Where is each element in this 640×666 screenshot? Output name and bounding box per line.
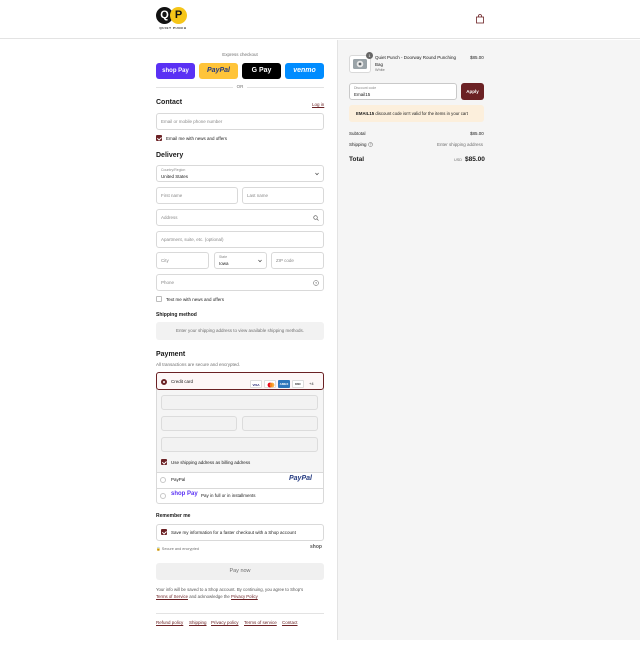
contact-heading: Contact <box>156 99 183 106</box>
product-variant: White <box>375 68 385 72</box>
discount-code-field[interactable]: Discount code Email15 <box>349 83 457 100</box>
google-pay-button[interactable]: G Pay <box>242 63 281 79</box>
terms-of-service-link[interactable]: Terms of Service <box>156 594 188 599</box>
chevron-down-icon <box>315 172 319 176</box>
email-field[interactable]: Email or mobile phone number <box>156 113 324 130</box>
save-info-label: Save my information for a faster checkou… <box>171 530 296 535</box>
country-select[interactable]: Country/Region United States <box>156 165 324 182</box>
express-checkout-title: Express checkout <box>222 52 258 57</box>
amex-icon: AMEX <box>278 380 290 388</box>
pay-now-button[interactable]: Pay now <box>156 563 324 580</box>
discount-error-message: EMAIL15 discount code isn't valid for th… <box>356 111 468 116</box>
search-icon <box>313 215 319 221</box>
apply-discount-button[interactable]: Apply <box>461 83 484 100</box>
text-news-checkbox[interactable] <box>156 296 162 302</box>
delivery-heading: Delivery <box>156 152 184 159</box>
email-news-label: Email me with news and offers <box>166 136 227 141</box>
divider <box>157 472 323 473</box>
quantity-badge: 1 <box>366 52 373 59</box>
header: Q P QUIET PUNCH <box>0 0 640 39</box>
footer-link-shipping[interactable]: Shipping <box>189 620 207 625</box>
phone-field[interactable]: Phone ? <box>156 274 324 291</box>
login-link[interactable]: Log in <box>312 102 324 107</box>
logo-text: QUIET PUNCH <box>159 26 187 30</box>
shipping-method-note: Enter your shipping address to view avai… <box>175 328 305 333</box>
product-price: $85.00 <box>470 55 484 60</box>
svg-text:?: ? <box>369 143 371 147</box>
credit-card-radio[interactable] <box>161 379 167 385</box>
product-name: Quiet Punch - Doorway Round Punching Bag <box>375 55 457 67</box>
apartment-field[interactable]: Apartment, suite, etc. (optional) <box>156 231 324 248</box>
help-icon[interactable]: ? <box>367 142 373 148</box>
footer-link-privacy-policy[interactable]: Privacy policy <box>211 620 239 625</box>
privacy-policy-link[interactable]: Privacy Policy <box>231 594 258 599</box>
card-number-field[interactable] <box>161 395 318 410</box>
shipping-method-placeholder: Enter your shipping address to view avai… <box>156 322 324 340</box>
text-news-label: Text me with news and offers <box>166 297 224 302</box>
total-label: Total <box>349 156 365 163</box>
help-icon[interactable]: ? <box>313 280 319 286</box>
chevron-down-icon <box>258 259 262 263</box>
shop-pay-button[interactable]: shop Pay <box>156 63 195 79</box>
payment-subtitle: All transactions are secure and encrypte… <box>156 362 241 367</box>
footer-link-refund-policy[interactable]: Refund policy <box>156 620 183 625</box>
total-currency: USD <box>454 158 463 162</box>
divider <box>156 613 324 614</box>
paypal-button[interactable]: PayPal <box>199 63 238 79</box>
shop-logo: shop <box>310 544 322 550</box>
more-cards-count: +4 <box>309 381 314 386</box>
shop-pay-label: Pay in full or in installments <box>201 493 256 498</box>
name-on-card-field[interactable] <box>161 437 318 452</box>
expiration-field[interactable] <box>161 416 237 431</box>
billing-address-label: Use shipping address as billing address <box>171 460 251 465</box>
divider <box>157 488 323 489</box>
last-name-field[interactable]: Last name <box>242 187 324 204</box>
shipping-value: Enter shipping address <box>437 142 484 147</box>
venmo-button[interactable]: venmo <box>285 63 324 79</box>
paypal-logo: PayPal <box>289 475 312 482</box>
subtotal-label: Subtotal <box>349 131 366 136</box>
shop-disclaimer: Your info will be saved to a Shop accoun… <box>156 587 304 599</box>
first-name-field[interactable]: First name <box>156 187 238 204</box>
brand-logo[interactable]: Q P QUIET PUNCH <box>156 7 189 31</box>
shop-pay-logo: shop Pay <box>171 491 198 497</box>
remember-me-heading: Remember me <box>156 513 191 519</box>
shipping-method-heading: Shipping method <box>156 312 197 318</box>
order-summary-column <box>337 40 640 640</box>
shop-pay-radio[interactable] <box>160 493 166 499</box>
or-divider-label: OR <box>233 84 247 89</box>
shopping-bag-icon[interactable] <box>475 14 485 24</box>
address-field[interactable]: Address <box>156 209 324 226</box>
shipping-label: Shipping ? <box>349 142 373 148</box>
visa-icon: VISA <box>250 380 262 388</box>
paypal-option-label: PayPal <box>171 477 186 482</box>
billing-address-checkbox[interactable] <box>161 459 167 465</box>
email-news-checkbox[interactable] <box>156 135 162 141</box>
state-select[interactable]: State Iowa <box>214 252 267 269</box>
discount-error-banner: EMAIL15 discount code isn't valid for th… <box>349 105 484 122</box>
footer-link-terms-of-service[interactable]: Terms of service <box>244 620 277 625</box>
discover-icon: DISC <box>292 380 304 388</box>
subtotal-value: $85.00 <box>470 131 484 136</box>
secure-note: 🔒 Secure and encrypted <box>156 547 199 551</box>
logo-letter-p: P <box>170 7 187 24</box>
save-info-checkbox[interactable] <box>161 529 167 535</box>
payment-heading: Payment <box>156 351 186 358</box>
paypal-radio[interactable] <box>160 477 166 483</box>
zip-field[interactable]: ZIP code <box>271 252 324 269</box>
total-value: $85.00 <box>465 156 485 163</box>
credit-card-label: Credit card <box>171 379 194 384</box>
city-field[interactable]: City <box>156 252 209 269</box>
security-code-field[interactable] <box>242 416 318 431</box>
mastercard-icon <box>264 380 276 388</box>
footer-link-contact[interactable]: Contact <box>282 620 298 625</box>
